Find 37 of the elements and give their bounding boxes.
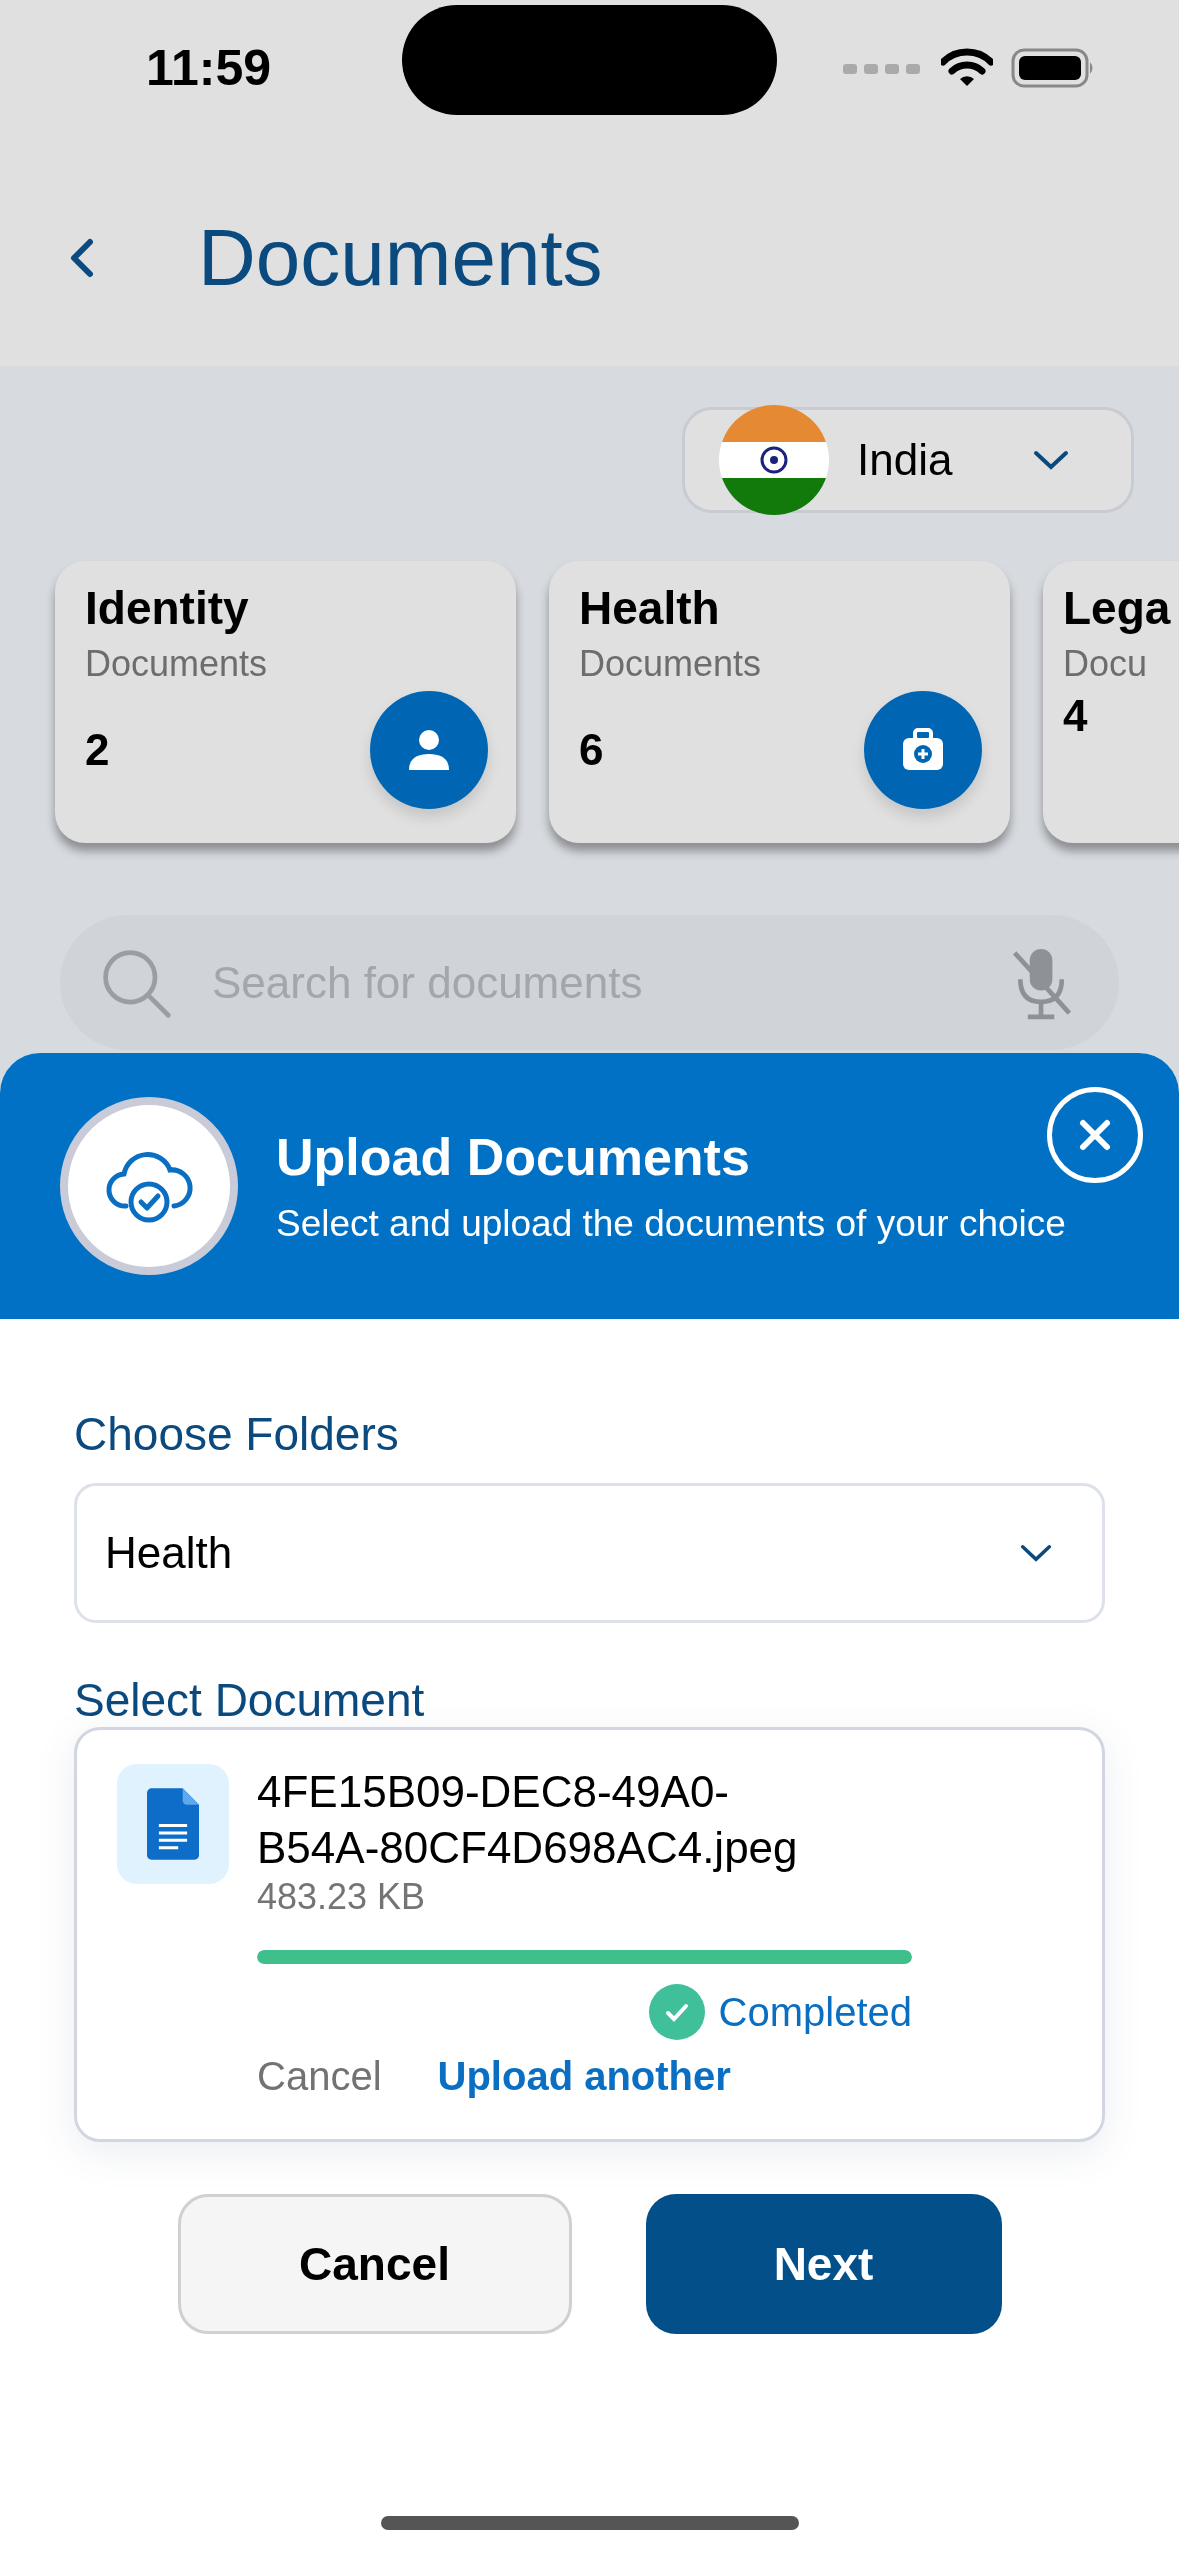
- upload-another-link[interactable]: Upload another: [437, 2054, 731, 2099]
- signal-icon: [843, 61, 923, 75]
- close-button[interactable]: [1047, 1087, 1143, 1183]
- cancel-link[interactable]: Cancel: [257, 2054, 382, 2099]
- document-icon: [147, 1788, 199, 1860]
- folder-select[interactable]: Health: [74, 1483, 1105, 1623]
- page-title: Documents: [198, 212, 603, 304]
- category-subtitle: Documents: [85, 643, 268, 685]
- category-subtitle: Documents: [579, 643, 762, 685]
- document-count: 4: [1063, 691, 1088, 741]
- field-label: Choose Folders: [74, 1407, 400, 1461]
- file-size: 483.23 KB: [257, 1876, 427, 1918]
- wifi-icon: [941, 48, 993, 88]
- document-count: 2: [85, 725, 110, 775]
- category-subtitle: Docu: [1063, 643, 1148, 685]
- status-time: 11:59: [146, 39, 273, 97]
- country-select[interactable]: India: [682, 407, 1134, 513]
- category-card[interactable]: Health Documents 6: [549, 561, 1010, 843]
- upload-status: Completed: [718, 1989, 912, 2035]
- check-circle-icon: [648, 1984, 705, 2040]
- back-chevron-icon: [70, 238, 94, 278]
- chevron-down-icon: [1020, 1544, 1052, 1562]
- field-label: Select Document: [74, 1673, 426, 1727]
- next-button[interactable]: Next: [645, 2194, 1002, 2334]
- chevron-down-icon: [1033, 450, 1069, 470]
- cancel-button[interactable]: Cancel: [177, 2194, 572, 2334]
- category-title: Lega: [1063, 581, 1171, 635]
- battery-icon: [1011, 48, 1095, 88]
- india-flag-icon: [719, 405, 829, 515]
- category-card[interactable]: Lega Docu 4: [1043, 561, 1179, 843]
- sheet-subtitle: Select and upload the documents of your choice: [276, 1203, 1066, 1245]
- category-card[interactable]: Identity Documents 2: [55, 561, 516, 843]
- category-title: Identity: [85, 581, 249, 635]
- sheet-title: Upload Documents: [276, 1127, 750, 1187]
- category-title: Health: [579, 581, 720, 635]
- file-name: 4FE15B09-DEC8-49A0-B54A-80CF4D698AC4.jpeg: [257, 1766, 799, 1874]
- document-count: 6: [579, 725, 604, 775]
